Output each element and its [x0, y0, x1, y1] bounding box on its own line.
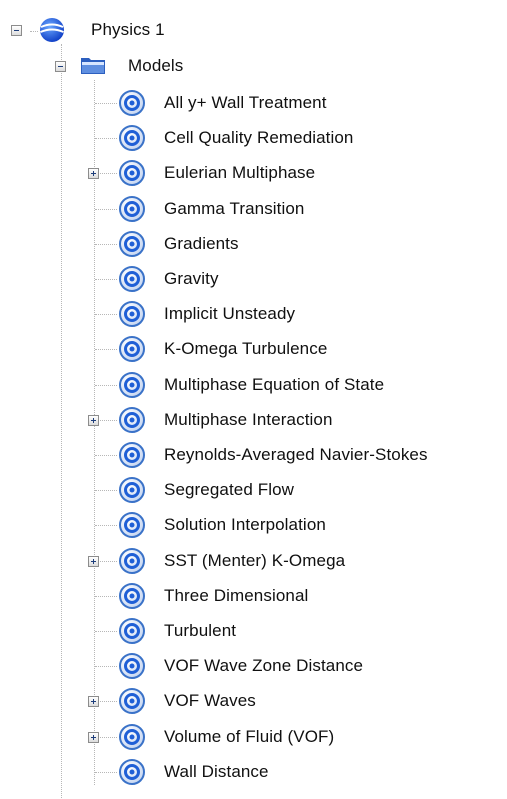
tree-node-label: Cell Quality Remediation	[164, 128, 354, 147]
tree-node-reynolds-averaged-navier-stokes[interactable]: Reynolds-Averaged Navier-Stokes	[164, 437, 428, 473]
tree-node-eulerian-multiphase[interactable]: Eulerian Multiphase	[164, 155, 315, 191]
expand-toggle[interactable]	[88, 732, 99, 743]
tree-node-solution-interpolation[interactable]: Solution Interpolation	[164, 507, 326, 543]
tree-node-implicit-unsteady[interactable]: Implicit Unsteady	[164, 296, 295, 332]
expand-toggle[interactable]	[88, 168, 99, 179]
tree-node-label: Eulerian Multiphase	[164, 163, 316, 182]
tree-node-three-dimensional[interactable]: Three Dimensional	[164, 578, 308, 614]
model-icon	[119, 724, 145, 750]
model-icon	[119, 90, 145, 116]
model-icon	[119, 336, 145, 362]
tree-node-label: Gamma Transition	[164, 199, 305, 218]
tree-node-physics[interactable]: Physics 1	[91, 12, 165, 48]
tree-node-cell-quality-remediation[interactable]: Cell Quality Remediation	[164, 120, 353, 156]
model-icon	[119, 512, 145, 538]
tree-node-label: Reynolds-Averaged Navier-Stokes	[164, 445, 428, 464]
model-icon	[119, 618, 145, 644]
model-icon	[119, 583, 145, 609]
tree-node-label: Segregated Flow	[164, 480, 295, 499]
model-icon	[119, 759, 145, 785]
tree-node-gradients[interactable]: Gradients	[164, 226, 239, 262]
tree-node-label: Three Dimensional	[164, 586, 309, 605]
tree-node-label: VOF Wave Zone Distance	[164, 656, 364, 675]
model-icon	[119, 196, 145, 222]
expand-toggle[interactable]	[88, 696, 99, 707]
tree-node-label: Volume of Fluid (VOF)	[164, 727, 335, 746]
model-icon	[119, 160, 145, 186]
model-icon	[119, 653, 145, 679]
tree-node-turbulent[interactable]: Turbulent	[164, 613, 236, 649]
model-icon	[119, 548, 145, 574]
tree-node-segregated-flow[interactable]: Segregated Flow	[164, 472, 294, 508]
tree-node-vof-waves[interactable]: VOF Waves	[164, 683, 256, 719]
tree-node-volume-of-fluid-vof[interactable]: Volume of Fluid (VOF)	[164, 719, 334, 755]
tree-node-label: VOF Waves	[164, 691, 256, 710]
model-icon	[119, 301, 145, 327]
model-icon	[119, 477, 145, 503]
tree-node-multiphase-equation-of-state[interactable]: Multiphase Equation of State	[164, 367, 384, 403]
tree-node-label: Multiphase Equation of State	[164, 375, 385, 394]
tree-node-label: Gravity	[164, 269, 219, 288]
tree-node-wall-distance[interactable]: Wall Distance	[164, 754, 269, 790]
model-icon	[119, 442, 145, 468]
model-icon	[119, 266, 145, 292]
tree-node-k-omega-turbulence[interactable]: K-Omega Turbulence	[164, 331, 327, 367]
tree-node-label: Models	[128, 56, 184, 75]
tree-node-label: All y+ Wall Treatment	[164, 93, 327, 112]
tree-node-gamma-transition[interactable]: Gamma Transition	[164, 191, 304, 227]
tree-node-multiphase-interaction[interactable]: Multiphase Interaction	[164, 402, 333, 438]
simulation-tree: Physics 1 Models All y+ Wall Treatment Ce…	[0, 0, 507, 799]
expand-toggle[interactable]	[88, 415, 99, 426]
model-icon	[119, 231, 145, 257]
tree-node-sst-menter-k-omega[interactable]: SST (Menter) K-Omega	[164, 543, 345, 579]
physics-continuum-icon	[40, 18, 64, 42]
tree-node-all-y-wall-treatment[interactable]: All y+ Wall Treatment	[164, 85, 327, 121]
tree-node-label: K-Omega Turbulence	[164, 339, 328, 358]
tree-node-models[interactable]: Models	[128, 48, 183, 84]
model-icon	[119, 372, 145, 398]
tree-node-label: Physics 1	[91, 20, 165, 39]
tree-node-label: Multiphase Interaction	[164, 410, 333, 429]
tree-node-label: Implicit Unsteady	[164, 304, 296, 323]
tree-node-label: SST (Menter) K-Omega	[164, 551, 346, 570]
tree-node-gravity[interactable]: Gravity	[164, 261, 219, 297]
tree-node-label: Wall Distance	[164, 762, 269, 781]
expand-toggle[interactable]	[88, 556, 99, 567]
tree-node-label: Gradients	[164, 234, 239, 253]
folder-icon	[81, 58, 105, 74]
model-icon	[119, 688, 145, 714]
collapse-toggle[interactable]	[55, 61, 66, 72]
tree-node-label: Solution Interpolation	[164, 515, 326, 534]
model-icon	[119, 407, 145, 433]
tree-node-vof-wave-zone-distance[interactable]: VOF Wave Zone Distance	[164, 648, 363, 684]
model-icon	[119, 125, 145, 151]
tree-node-label: Turbulent	[164, 621, 237, 640]
collapse-toggle[interactable]	[11, 25, 22, 36]
